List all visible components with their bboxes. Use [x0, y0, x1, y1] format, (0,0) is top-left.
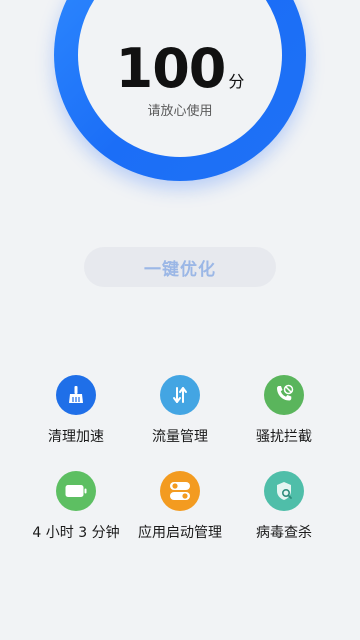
battery-icon-svg [65, 485, 87, 497]
tile-cleanup[interactable]: 清理加速 [16, 374, 136, 454]
tile-data-management[interactable]: 流量管理 [120, 374, 240, 454]
shield-search-icon-svg [277, 482, 292, 500]
score-display: 100 分 [0, 42, 360, 96]
tile-label: 骚扰拦截 [256, 429, 312, 445]
blocked-call-icon [264, 375, 304, 415]
tile-battery[interactable]: 4 小时 3 分钟 [16, 470, 136, 550]
shield-search-icon [264, 471, 304, 511]
tile-label: 4 小时 3 分钟 [32, 525, 120, 541]
battery-icon [56, 471, 96, 511]
tile-label: 清理加速 [48, 429, 104, 445]
score-subtitle: 请放心使用 [147, 104, 213, 119]
score-value: 100 [115, 37, 227, 100]
toggle-icon-svg [170, 482, 190, 500]
tile-virus-scan[interactable]: 病毒查杀 [224, 470, 344, 550]
tile-harassment-block[interactable]: 骚扰拦截 [224, 374, 344, 454]
data-arrows-icon-svg [173, 387, 187, 403]
broom-icon [56, 375, 96, 415]
score-unit: 分 [228, 72, 245, 91]
broom-icon-svg [69, 386, 83, 403]
tile-label: 流量管理 [152, 429, 208, 445]
data-arrows-icon [160, 375, 200, 415]
tile-label: 病毒查杀 [256, 525, 312, 541]
tile-app-launch[interactable]: 应用启动管理 [120, 470, 240, 550]
toggle-icon [160, 471, 200, 511]
optimize-button[interactable]: 一键优化 [84, 247, 276, 287]
blocked-call-icon-svg [277, 384, 294, 401]
tile-label: 应用启动管理 [138, 525, 222, 541]
